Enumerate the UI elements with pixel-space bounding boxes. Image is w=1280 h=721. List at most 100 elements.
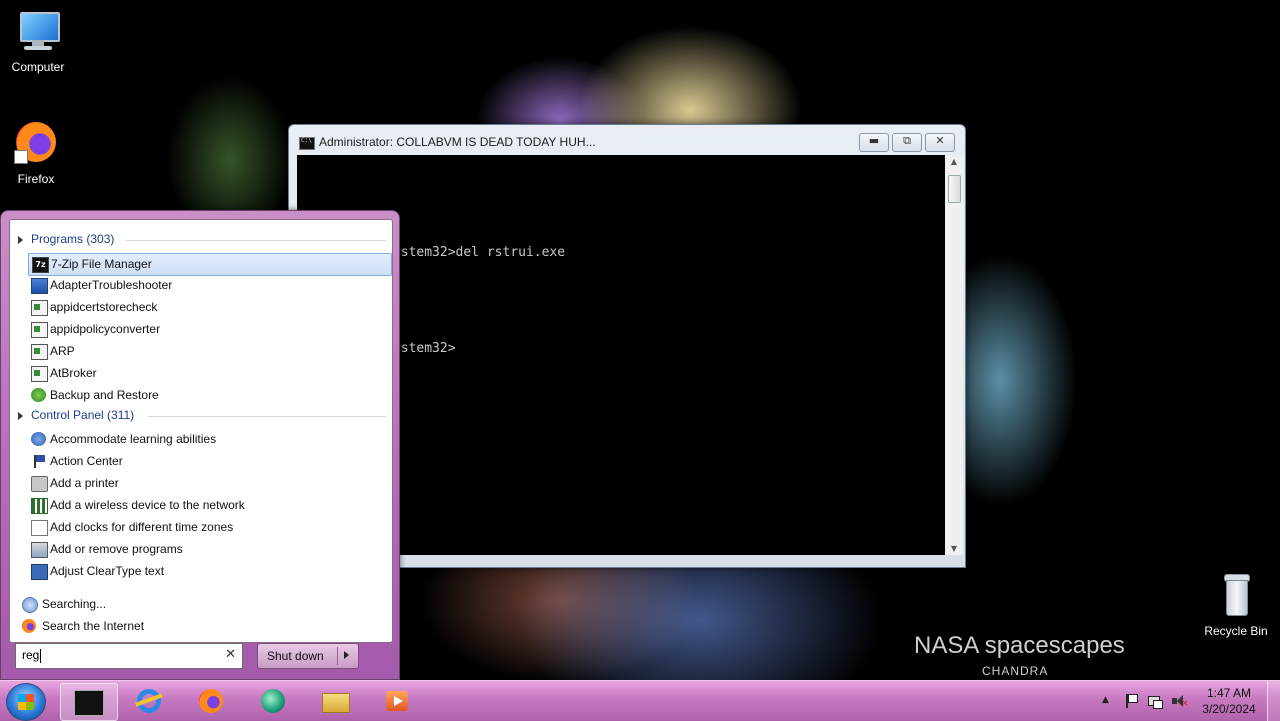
result-label: AdapterTroubleshooter — [50, 278, 173, 292]
result-backup-and-restore[interactable]: Backup and Restore — [28, 385, 390, 406]
monitor-icon — [31, 278, 48, 294]
result-label: Adjust ClearType text — [50, 564, 165, 578]
group-header-label: Programs (303) — [31, 232, 115, 246]
clock-time: 1:47 AM — [1206, 686, 1252, 700]
firefox-desktop-icon[interactable]: Firefox — [0, 120, 74, 186]
result-label: Action Center — [50, 454, 123, 468]
restore-button[interactable]: ⧉ — [892, 133, 922, 152]
result-appidpolicyconverter[interactable]: appidpolicyconverter — [28, 319, 390, 340]
taskbar-remote-chat-button[interactable] — [246, 683, 302, 719]
result-label: AtBroker — [50, 366, 97, 380]
recycle-bin-desktop-icon[interactable]: Recycle Bin — [1198, 572, 1274, 638]
taskbar-cmd-button[interactable] — [60, 683, 118, 721]
result-add-wireless-device[interactable]: Add a wireless device to the network — [28, 495, 390, 516]
start-menu: Programs (303) 7z 7-Zip File Manager Ada… — [0, 210, 400, 680]
application-icon — [31, 344, 48, 360]
taskbar: ▲ ✕ 1:47 AM 3/20/2024 — [0, 680, 1280, 721]
result-atbroker[interactable]: AtBroker — [28, 363, 390, 384]
firefox-icon — [12, 120, 60, 168]
search-results-pane: Programs (303) 7z 7-Zip File Manager Ada… — [9, 219, 393, 643]
vertical-scrollbar[interactable]: ▲ ▼ — [945, 155, 963, 555]
start-button[interactable] — [6, 683, 46, 721]
computer-desktop-icon[interactable]: Computer — [0, 8, 76, 74]
text-caret — [40, 649, 41, 663]
result-add-remove-programs[interactable]: Add or remove programs — [28, 539, 390, 560]
result-label: Add a printer — [50, 476, 119, 490]
taskbar-media-player-button[interactable] — [370, 683, 426, 719]
expand-arrow-icon — [18, 235, 23, 244]
clock-icon — [31, 520, 48, 536]
taskbar-firefox-button[interactable] — [184, 683, 240, 719]
result-label: Add clocks for different time zones — [50, 520, 234, 534]
result-arp[interactable]: ARP — [28, 341, 390, 362]
scroll-up-icon[interactable]: ▲ — [945, 157, 963, 166]
search-input[interactable]: reg ✕ — [15, 643, 243, 669]
close-button[interactable]: ✕ — [925, 133, 955, 152]
clear-search-icon[interactable]: ✕ — [225, 647, 236, 662]
wallpaper-caption: NASA spacescapes — [914, 632, 1125, 659]
action-center-flag-icon[interactable] — [1124, 694, 1138, 708]
network-icon — [31, 498, 48, 514]
result-action-center[interactable]: Action Center — [28, 451, 390, 472]
search-input-value: reg — [22, 648, 40, 662]
taskbar-internet-explorer-button[interactable] — [122, 683, 178, 719]
result-accommodate-learning-abilities[interactable]: Accommodate learning abilities — [28, 429, 390, 450]
firefox-label: Firefox — [17, 172, 55, 186]
cleartype-icon — [31, 564, 48, 580]
clock-date: 3/20/2024 — [1202, 702, 1256, 716]
ease-of-access-icon — [31, 432, 46, 446]
shutdown-options-arrow-icon[interactable] — [344, 651, 349, 659]
flag-icon — [31, 454, 46, 468]
computer-icon — [14, 8, 62, 56]
divider — [148, 416, 386, 417]
minimize-icon: ▬ — [868, 134, 880, 147]
group-header-label: Control Panel (311) — [31, 408, 135, 422]
volume-muted-icon[interactable]: ✕ — [1172, 694, 1189, 709]
result-label: Backup and Restore — [50, 388, 159, 402]
divider — [337, 647, 338, 665]
show-desktop-button[interactable] — [1267, 681, 1280, 721]
result-label: appidcertstorecheck — [50, 300, 158, 314]
explorer-icon — [321, 689, 350, 713]
network-icon[interactable] — [1148, 694, 1163, 709]
searching-label: Searching... — [42, 597, 107, 611]
recycle-bin-icon — [1212, 572, 1260, 620]
result-label: ARP — [50, 344, 75, 358]
recycle-bin-label: Recycle Bin — [1204, 624, 1268, 638]
group-header-programs[interactable]: Programs (303) — [18, 232, 386, 250]
result-adaptertroubleshooter[interactable]: AdapterTroubleshooter — [28, 275, 390, 296]
result-7zip-file-manager[interactable]: 7z 7-Zip File Manager — [28, 253, 392, 276]
remote-chat-icon — [259, 689, 287, 713]
shut-down-button[interactable]: Shut down — [257, 643, 359, 669]
7zip-icon: 7z — [32, 257, 49, 273]
expand-arrow-icon — [18, 411, 23, 420]
result-add-clocks[interactable]: Add clocks for different time zones — [28, 517, 390, 538]
window-title: Administrator: COLLABVM IS DEAD TODAY HU… — [319, 135, 596, 149]
minimize-button[interactable]: ▬ — [859, 133, 889, 152]
result-appidcertstorecheck[interactable]: appidcertstorecheck — [28, 297, 390, 318]
window-titlebar[interactable]: Administrator: COLLABVM IS DEAD TODAY HU… — [289, 125, 965, 155]
application-icon — [31, 366, 48, 382]
application-icon — [31, 300, 48, 316]
result-label: appidpolicyconverter — [50, 322, 161, 336]
result-label: Add or remove programs — [50, 542, 183, 556]
printer-icon — [31, 476, 48, 492]
divider — [126, 240, 386, 241]
group-header-control-panel[interactable]: Control Panel (311) — [18, 408, 386, 426]
firefox-icon — [22, 619, 36, 633]
system-clock[interactable]: 1:47 AM 3/20/2024 — [1196, 685, 1262, 717]
internet-explorer-icon — [135, 689, 163, 713]
wallpaper-credit: CHANDRA — [982, 664, 1049, 678]
result-label: Accommodate learning abilities — [50, 432, 217, 446]
programs-icon — [31, 542, 48, 558]
backup-icon — [31, 388, 46, 402]
result-add-a-printer[interactable]: Add a printer — [28, 473, 390, 494]
media-player-icon — [383, 689, 411, 713]
scroll-thumb[interactable] — [948, 175, 961, 203]
scroll-down-icon[interactable]: ▼ — [945, 544, 963, 553]
computer-label: Computer — [11, 60, 65, 74]
result-adjust-cleartype[interactable]: Adjust ClearType text — [28, 561, 390, 582]
show-hidden-icons[interactable]: ▲ — [1102, 695, 1116, 709]
taskbar-explorer-button[interactable] — [308, 683, 364, 719]
cmd-icon — [299, 137, 315, 150]
